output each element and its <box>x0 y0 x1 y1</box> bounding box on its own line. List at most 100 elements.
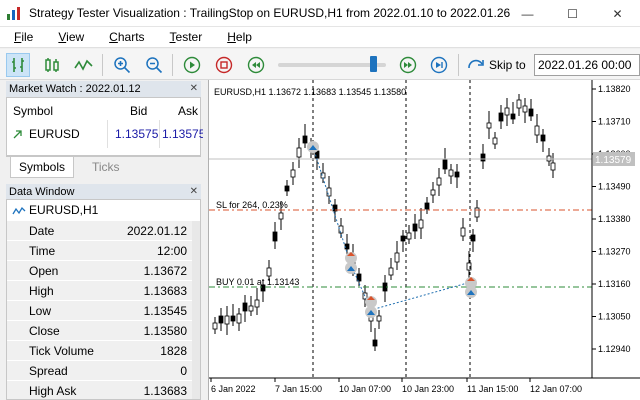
candle-body <box>236 313 242 324</box>
candle-body <box>344 243 350 250</box>
price-chart[interactable]: 1.138201.137101.136001.134901.133801.132… <box>208 80 640 400</box>
price-label: 1.13820 <box>598 84 631 94</box>
data-window-scrollbar[interactable] <box>192 221 200 399</box>
candle-body <box>516 99 522 109</box>
candle-body <box>504 107 510 116</box>
stop-loss-label: SL for 264, 0.23% <box>216 200 288 210</box>
tab-ticks[interactable]: Ticks <box>84 157 128 178</box>
minimize-button[interactable]: — <box>505 0 550 27</box>
candle-body <box>284 185 290 192</box>
market-watch-title: Market Watch : 2022.01.12 <box>9 83 141 95</box>
menu-view[interactable]: View <box>44 30 95 44</box>
zoom-in-icon[interactable] <box>110 53 134 77</box>
candle-body <box>550 162 556 171</box>
skip-end-icon[interactable] <box>427 53 451 77</box>
play-icon[interactable] <box>180 53 204 77</box>
column-symbol[interactable]: Symbol <box>13 98 53 124</box>
skip-to-date-input[interactable]: 2022.01.26 00:00 <box>534 54 640 76</box>
table-row: Date 2022.01.12 <box>7 221 192 241</box>
table-row: Time 12:00 <box>7 241 192 261</box>
speed-slider-thumb[interactable] <box>370 56 377 72</box>
candle-body <box>424 202 430 210</box>
price-label: 1.13160 <box>598 279 631 289</box>
stop-icon[interactable] <box>212 53 236 77</box>
candle-body <box>376 315 382 322</box>
price-label: 1.13270 <box>598 247 631 257</box>
candle-body <box>412 223 418 232</box>
candle-body <box>460 227 466 237</box>
candle-body <box>218 315 224 324</box>
table-row: Tick Volume 1828 <box>7 341 192 361</box>
menu-file[interactable]: File <box>0 30 44 44</box>
ask-cell: 1.13575 <box>162 127 206 141</box>
candle-body <box>338 225 344 234</box>
current-price-label: 1.13579 <box>595 155 632 166</box>
line-chart-icon[interactable] <box>72 53 96 77</box>
candle-body <box>394 252 400 263</box>
candle-body <box>242 302 248 312</box>
column-ask[interactable]: Ask <box>178 98 198 124</box>
table-row: Spread 0 <box>7 361 192 381</box>
crosshair-icon[interactable] <box>6 53 30 77</box>
zoom-out-icon[interactable] <box>142 53 166 77</box>
menu-charts[interactable]: Charts <box>95 30 155 44</box>
time-label: 10 Jan 07:00 <box>339 384 391 394</box>
candlesticks <box>212 94 556 351</box>
title-bar: Strategy Tester Visualization : Trailing… <box>0 0 640 27</box>
candle-body <box>430 189 436 196</box>
time-label: 6 Jan 2022 <box>211 384 256 394</box>
table-row: Low 1.13545 <box>7 301 192 321</box>
candle-body <box>474 207 480 218</box>
market-watch-header: Market Watch : 2022.01.12 ✕ <box>6 81 201 97</box>
fast-forward-icon[interactable] <box>396 53 420 77</box>
column-bid[interactable]: Bid <box>130 98 147 124</box>
candle-body <box>230 315 236 322</box>
time-label: 12 Jan 07:00 <box>530 384 582 394</box>
app-icon <box>7 7 20 20</box>
candle-body <box>400 235 406 242</box>
skip-to-label: Skip to <box>489 58 526 72</box>
price-label: 1.13050 <box>598 312 631 322</box>
candle-body <box>272 231 278 242</box>
menu-bar: File View Charts Tester Help <box>0 27 640 48</box>
candle-body <box>534 125 540 136</box>
table-row[interactable]: EURUSD 1.13575 1.13575 <box>7 124 205 144</box>
chart-canvas[interactable]: 1.138201.137101.136001.134901.133801.132… <box>209 80 640 400</box>
candle-body <box>454 171 460 178</box>
close-button[interactable]: ✕ <box>595 0 640 27</box>
candle-body <box>498 112 504 122</box>
candle-body <box>224 315 230 325</box>
bar-chart-icon[interactable] <box>40 53 64 77</box>
candle-body <box>442 159 448 170</box>
price-label: 1.13380 <box>598 214 631 224</box>
maximize-button[interactable]: ☐ <box>550 0 595 27</box>
window-title: Strategy Tester Visualization : Trailing… <box>29 6 511 20</box>
time-axis-labels: 6 Jan 2022 7 Jan 15:00 10 Jan 07:00 10 Jan … <box>210 378 582 394</box>
menu-help[interactable]: Help <box>213 30 263 44</box>
table-row: High Ask 1.13683 <box>7 381 192 399</box>
bid-cell: 1.13575 <box>115 127 159 141</box>
candle-body <box>436 177 442 186</box>
candle-body <box>470 234 476 242</box>
table-row: High 1.13683 <box>7 281 192 301</box>
candle-body <box>388 267 394 276</box>
close-icon[interactable]: ✕ <box>190 81 198 97</box>
candle-body <box>480 153 486 162</box>
trend-up-icon <box>13 130 22 139</box>
rewind-icon[interactable] <box>244 53 268 77</box>
candle-body <box>418 219 424 229</box>
menu-tester[interactable]: Tester <box>156 30 214 44</box>
trade-connector-line <box>312 146 472 311</box>
close-icon[interactable]: ✕ <box>190 184 198 200</box>
candle-body <box>448 169 454 177</box>
tab-symbols[interactable]: Symbols <box>10 157 75 178</box>
data-window-instrument: EURUSD,H1 <box>29 203 99 217</box>
data-window-title: Data Window <box>9 186 75 198</box>
candle-body <box>406 232 412 240</box>
candle-body <box>372 339 378 347</box>
skip-to-icon[interactable] <box>464 53 488 77</box>
candle-body <box>326 187 332 197</box>
data-window-header: Data Window ✕ <box>6 184 201 200</box>
data-window-table: EURUSD,H1 Date 2022.01.12 Time 12:00 Open 1… <box>6 199 201 400</box>
candle-body <box>510 113 516 120</box>
